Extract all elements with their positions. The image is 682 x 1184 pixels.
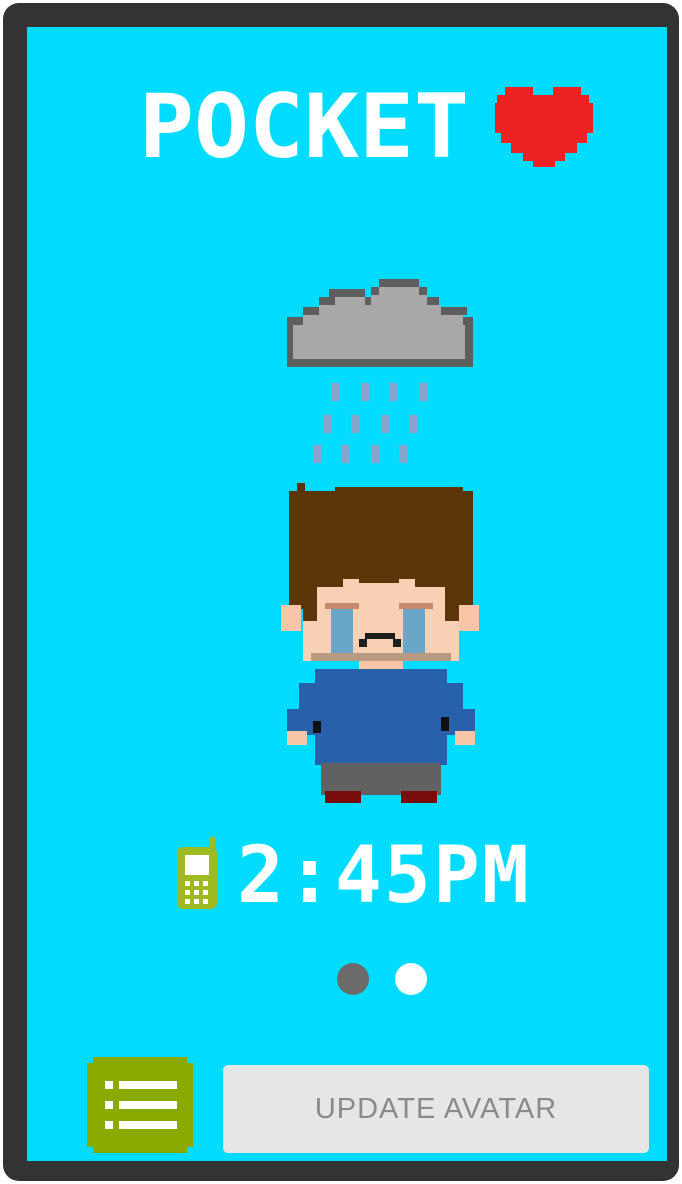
page-indicator [337, 963, 429, 997]
phone-icon [177, 837, 217, 909]
app-screen: POCKET 2:45PM UPDATE AVATAR [27, 27, 667, 1161]
page-dot-1[interactable] [337, 963, 369, 995]
clock-time: 2:45PM [237, 831, 531, 921]
device-frame: POCKET 2:45PM UPDATE AVATAR [3, 3, 679, 1181]
avatar-character [281, 483, 479, 803]
update-avatar-button[interactable]: UPDATE AVATAR [223, 1065, 649, 1153]
menu-button[interactable] [87, 1057, 193, 1153]
page-dot-2[interactable] [395, 963, 427, 995]
app-title: POCKET [139, 83, 469, 167]
app-logo: POCKET [139, 83, 593, 167]
rain-cloud-icon [287, 279, 473, 463]
list-icon [87, 1057, 193, 1153]
heart-icon [495, 87, 593, 167]
